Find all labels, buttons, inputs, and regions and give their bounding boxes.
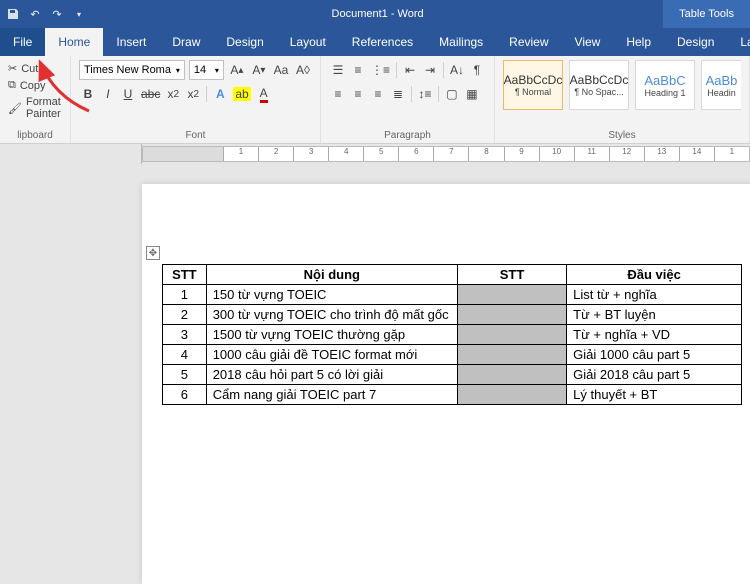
align-left-button[interactable]: ≡ — [329, 84, 347, 104]
table-row[interactable]: 52018 câu hỏi part 5 có lời giảiGiải 201… — [163, 365, 742, 385]
th-dauviec[interactable]: Đầu việc — [567, 265, 742, 285]
brush-icon: 🖌 — [8, 102, 22, 115]
align-right-button[interactable]: ≡ — [369, 84, 387, 104]
group-paragraph: ☰ ≡ ⋮≡ ⇤ ⇥ A↓ ¶ ≡ ≡ ≡ ≣ ↕≡ ▢ ▦ — [321, 56, 495, 143]
multilevel-button[interactable]: ⋮≡ — [369, 60, 392, 80]
table-move-handle-icon[interactable]: ✥ — [146, 246, 160, 260]
styles-label: Styles — [503, 128, 741, 141]
tab-table-layout[interactable]: Layout — [727, 28, 750, 56]
table-row[interactable]: 41000 câu giải đề TOEIC format mớiGiải 1… — [163, 345, 742, 365]
line-spacing-button[interactable]: ↕≡ — [416, 84, 434, 104]
title-bar: ↶ ↷ ▾ Document1 - Word Table Tools — [0, 0, 750, 28]
tab-draw[interactable]: Draw — [159, 28, 213, 56]
tab-help[interactable]: Help — [613, 28, 664, 56]
tab-review[interactable]: Review — [496, 28, 561, 56]
window-title: Document1 - Word — [92, 8, 663, 20]
highlight-button[interactable]: ab — [231, 84, 252, 104]
table-row[interactable]: 31500 từ vựng TOEIC thường gặpTừ + nghĩa… — [163, 325, 742, 345]
group-clipboard: ✂Cut ⧉Copy 🖌Format Painter lipboard — [0, 56, 71, 143]
underline-button[interactable]: U — [119, 84, 137, 104]
bold-button[interactable]: B — [79, 84, 97, 104]
document-table[interactable]: STT Nội dung STT Đầu việc 1150 từ vựng T… — [162, 264, 742, 405]
superscript-button[interactable]: x2 — [184, 84, 202, 104]
clear-formatting-button[interactable]: A◊ — [294, 60, 312, 80]
grow-font-button[interactable]: A▴ — [228, 60, 246, 80]
borders-button[interactable]: ▦ — [463, 84, 481, 104]
group-font: Times New Roma▾ 14▾ A▴ A▾ Aa A◊ B I U ab… — [71, 56, 321, 143]
document-area[interactable]: ✥ STT Nội dung STT Đầu việc 1150 từ vựng… — [0, 164, 750, 500]
numbering-button[interactable]: ≡ — [349, 60, 367, 80]
strikethrough-button[interactable]: abc — [139, 84, 162, 104]
italic-button[interactable]: I — [99, 84, 117, 104]
decrease-indent-button[interactable]: ⇤ — [401, 60, 419, 80]
quick-access-toolbar: ↶ ↷ ▾ — [0, 7, 92, 21]
justify-button[interactable]: ≣ — [389, 84, 407, 104]
tab-design[interactable]: Design — [213, 28, 276, 56]
tab-file[interactable]: File — [0, 28, 45, 56]
ribbon-tabs: File Home Insert Draw Design Layout Refe… — [0, 28, 750, 56]
bullets-button[interactable]: ☰ — [329, 60, 347, 80]
tab-layout[interactable]: Layout — [277, 28, 339, 56]
text-effects-button[interactable]: A — [211, 84, 229, 104]
ruler-area: 12345678910111213141 — [0, 144, 750, 164]
table-row[interactable]: 2300 từ vựng TOEIC cho trình độ mất gốcT… — [163, 305, 742, 325]
table-row[interactable]: 1150 từ vựng TOEICList từ + nghĩa — [163, 285, 742, 305]
subscript-button[interactable]: x2 — [164, 84, 182, 104]
font-label: Font — [79, 128, 312, 141]
tab-home[interactable]: Home — [45, 28, 103, 56]
format-painter-button[interactable]: 🖌Format Painter — [8, 94, 62, 122]
shading-button[interactable]: ▢ — [443, 84, 461, 104]
th-stt[interactable]: STT — [163, 265, 207, 285]
ruler-ticks: 12345678910111213141 — [223, 147, 749, 161]
increase-indent-button[interactable]: ⇥ — [421, 60, 439, 80]
style-heading1[interactable]: AaBbCHeading 1 — [635, 60, 695, 110]
undo-icon[interactable]: ↶ — [28, 7, 42, 21]
tab-view[interactable]: View — [562, 28, 614, 56]
table-tools-tab[interactable]: Table Tools — [663, 0, 750, 28]
scissors-icon: ✂ — [8, 62, 17, 75]
shrink-font-button[interactable]: A▾ — [250, 60, 268, 80]
clipboard-label: lipboard — [8, 128, 62, 141]
sort-button[interactable]: A↓ — [448, 60, 466, 80]
style-no-spacing[interactable]: AaBbCcDc¶ No Spac... — [569, 60, 629, 110]
table-header-row[interactable]: STT Nội dung STT Đầu việc — [163, 265, 742, 285]
chevron-down-icon: ▾ — [176, 66, 180, 75]
tab-references[interactable]: References — [339, 28, 426, 56]
font-name-combo[interactable]: Times New Roma▾ — [79, 60, 185, 80]
chevron-down-icon: ▾ — [215, 66, 219, 75]
tab-table-design[interactable]: Design — [664, 28, 727, 56]
tab-insert[interactable]: Insert — [103, 28, 159, 56]
cut-button[interactable]: ✂Cut — [8, 60, 62, 77]
show-marks-button[interactable]: ¶ — [468, 60, 486, 80]
th-noidung[interactable]: Nội dung — [206, 265, 457, 285]
save-icon[interactable] — [6, 7, 20, 21]
change-case-button[interactable]: Aa — [272, 60, 290, 80]
font-size-combo[interactable]: 14▾ — [189, 60, 224, 80]
table-row[interactable]: 6Cẩm nang giải TOEIC part 7Lý thuyết + B… — [163, 385, 742, 405]
horizontal-ruler[interactable]: 12345678910111213141 — [142, 146, 750, 162]
group-styles: AaBbCcDc¶ Normal AaBbCcDc¶ No Spac... Aa… — [495, 56, 750, 143]
th-stt2[interactable]: STT — [457, 265, 566, 285]
style-normal[interactable]: AaBbCcDc¶ Normal — [503, 60, 563, 110]
copy-icon: ⧉ — [8, 79, 16, 92]
qat-dropdown-icon[interactable]: ▾ — [72, 7, 86, 21]
tab-mailings[interactable]: Mailings — [426, 28, 496, 56]
align-center-button[interactable]: ≡ — [349, 84, 367, 104]
redo-icon[interactable]: ↷ — [50, 7, 64, 21]
ribbon: ✂Cut ⧉Copy 🖌Format Painter lipboard Time… — [0, 56, 750, 144]
style-heading2[interactable]: AaBbHeadin — [701, 60, 741, 110]
copy-button[interactable]: ⧉Copy — [8, 77, 62, 94]
page[interactable]: ✥ STT Nội dung STT Đầu việc 1150 từ vựng… — [142, 184, 750, 584]
paragraph-label: Paragraph — [329, 128, 486, 141]
font-color-button[interactable]: A — [255, 84, 273, 104]
